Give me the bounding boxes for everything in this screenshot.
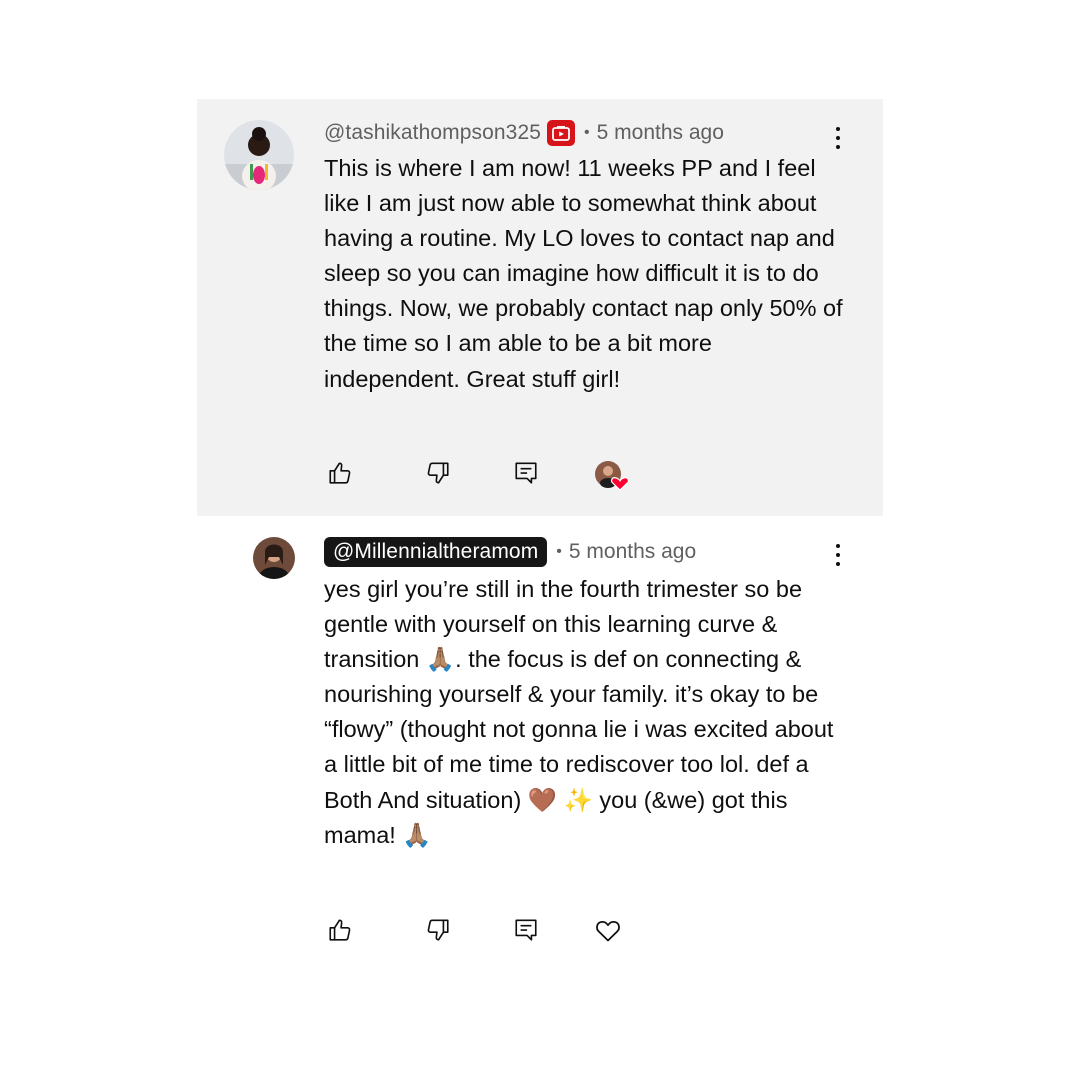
- reply-icon[interactable]: [510, 914, 542, 946]
- comment-text: yes girl you’re still in the fourth trim…: [324, 576, 840, 848]
- thumb-down-icon[interactable]: [422, 457, 454, 489]
- creator-author-handle[interactable]: @Millennialtheramom: [324, 537, 548, 567]
- more-options-icon[interactable]: [833, 127, 843, 153]
- author-handle[interactable]: @tashikathompson325: [324, 121, 541, 145]
- thumb-up-icon[interactable]: [324, 914, 356, 946]
- member-badge-icon: [547, 120, 576, 146]
- comment-time: 5 months ago: [596, 121, 724, 144]
- creator-heart-icon[interactable]: [594, 459, 632, 495]
- comment-meta: @tashikathompson325 • 5 months ago: [324, 117, 724, 149]
- reply-icon[interactable]: [510, 457, 542, 489]
- comment-meta: @Millennialtheramom • 5 months ago: [324, 536, 696, 568]
- thumb-up-icon[interactable]: [324, 457, 356, 489]
- separator-dot: •: [584, 124, 590, 141]
- avatar[interactable]: [224, 120, 294, 190]
- comment-actions: [324, 914, 644, 946]
- avatar[interactable]: [253, 537, 295, 579]
- thumb-down-icon[interactable]: [422, 914, 454, 946]
- more-options-icon[interactable]: [833, 544, 843, 570]
- separator-dot: •: [556, 543, 562, 560]
- heart-outline-icon[interactable]: [592, 914, 624, 946]
- comment-card: @Millennialtheramom • 5 months ago yes g…: [197, 516, 883, 966]
- comment-time: 5 months ago: [568, 540, 697, 563]
- comment-card: @tashikathompson325 • 5 months ago This …: [197, 99, 883, 516]
- comment-actions: [324, 457, 644, 491]
- comment-text: This is where I am now! 11 weeks PP and …: [324, 155, 850, 392]
